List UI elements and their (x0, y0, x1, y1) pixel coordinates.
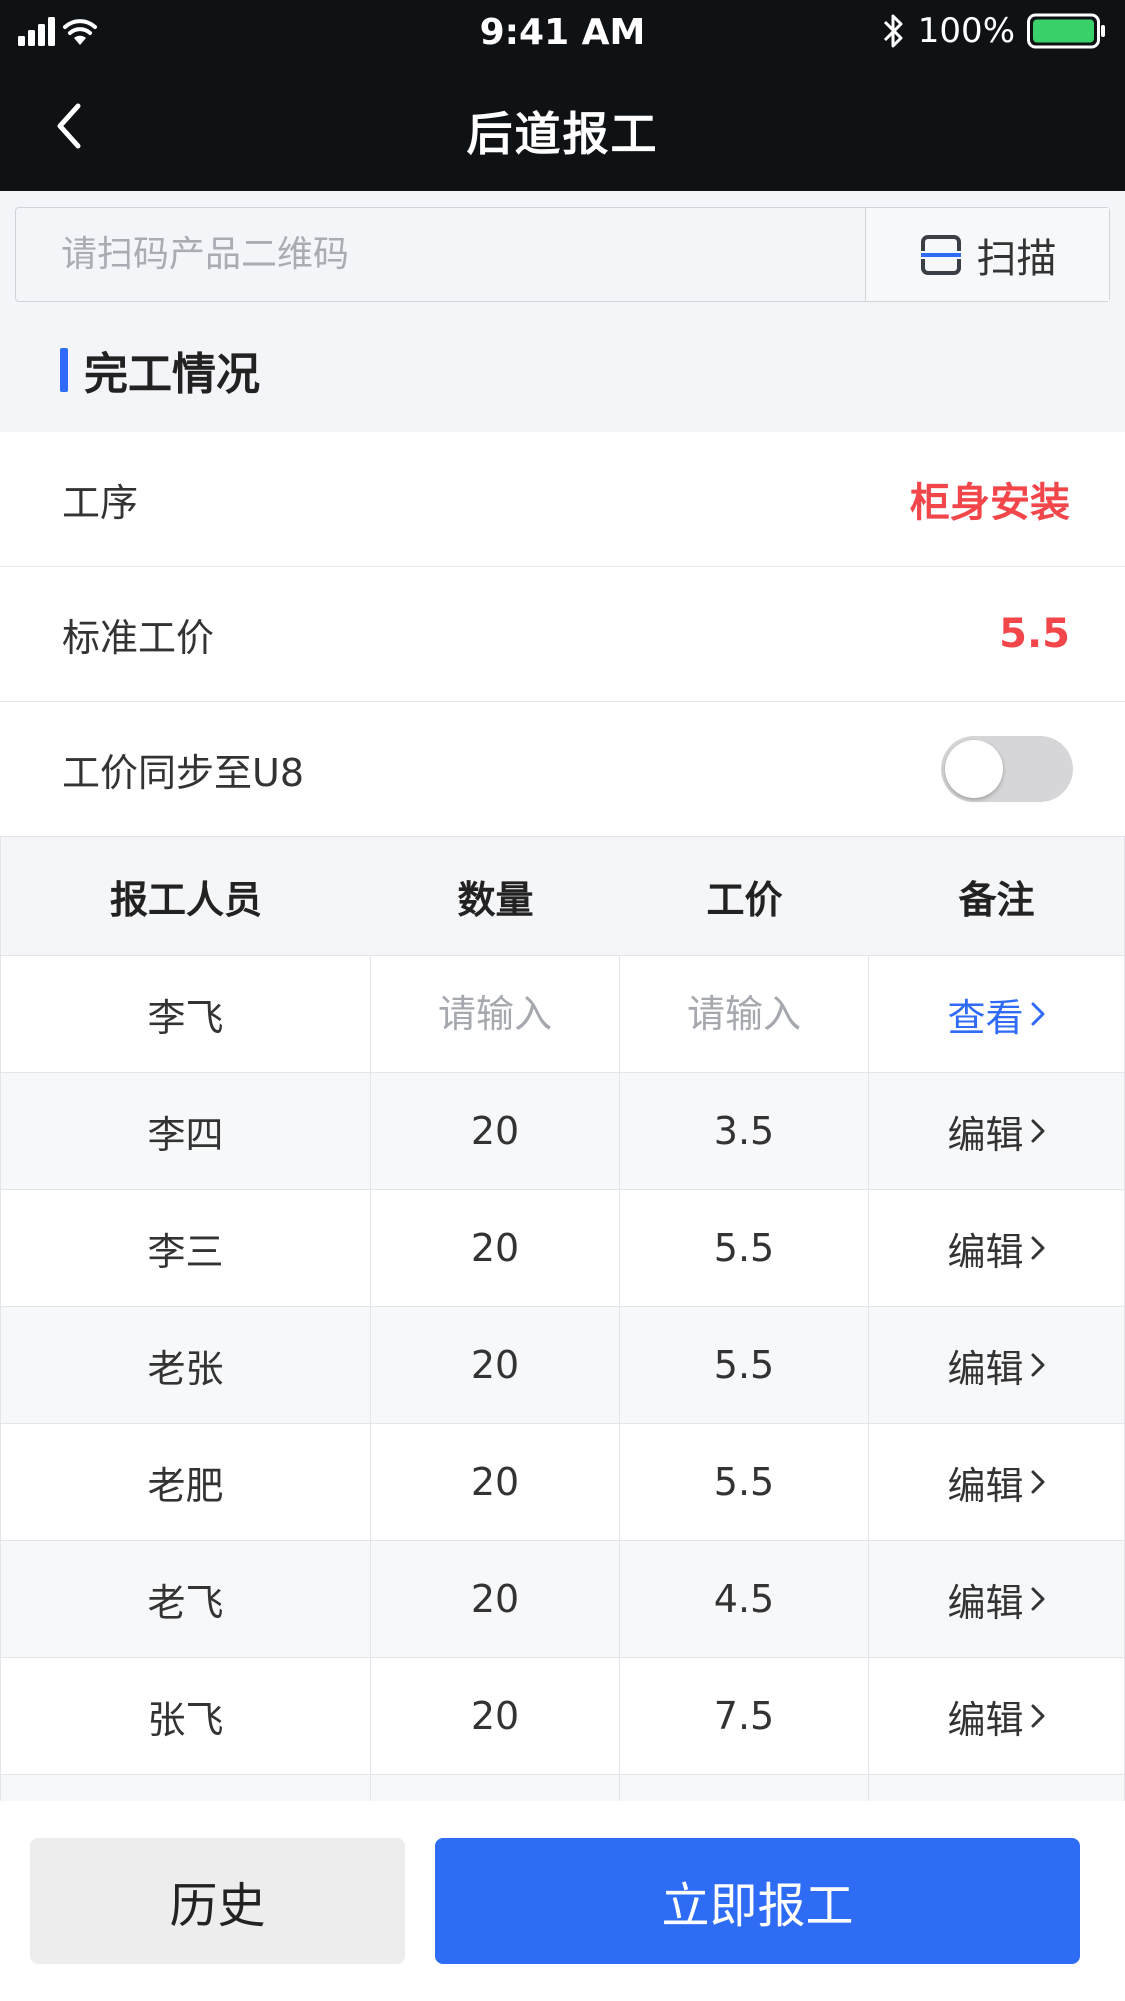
cell-quantity: 20 (371, 1541, 620, 1657)
history-button[interactable]: 历史 (30, 1838, 405, 1964)
edit-link[interactable]: 编辑 (947, 1572, 1045, 1627)
sync-row: 工价同步至U8 (0, 702, 1125, 837)
battery-percent: 100% (917, 11, 1015, 51)
page-title: 后道报工 (466, 107, 659, 161)
process-value: 柜身安装 (910, 480, 1070, 526)
chevron-right-icon (1031, 1236, 1044, 1260)
sync-label: 工价同步至U8 (62, 750, 304, 795)
cell-action: 编辑 (869, 1190, 1124, 1306)
cell-worker: 老肥 (1, 1424, 371, 1540)
cell-price (620, 956, 869, 1072)
cell-quantity: 20 (371, 1424, 620, 1540)
table-row: 老肥 20 5.5 编辑 (1, 1424, 1124, 1541)
cell-worker: 李四 (1, 1073, 371, 1189)
cell-action: 编辑 (869, 1541, 1124, 1657)
cell-quantity: 20 (371, 1307, 620, 1423)
price-input[interactable] (620, 956, 868, 1072)
chevron-right-icon (1031, 1470, 1044, 1494)
table-row: 李三 20 5.5 编辑 (1, 1190, 1124, 1307)
cell-quantity: 20 (371, 1073, 620, 1189)
cell-price: 7.5 (620, 1658, 869, 1774)
bottom-bar: 历史 立即报工 (0, 1801, 1125, 2001)
table-row (1, 1775, 1124, 1801)
table-header: 报工人员 数量 工价 备注 (1, 836, 1124, 956)
cell-worker: 老张 (1, 1307, 371, 1423)
scan-button-label: 扫描 (976, 235, 1057, 282)
section-accent-bar (60, 348, 68, 392)
cell-worker: 张飞 (1, 1658, 371, 1774)
header-worker: 报工人员 (109, 877, 262, 922)
edit-link[interactable]: 编辑 (947, 1338, 1045, 1393)
info-panel: 工序 柜身安装 标准工价 5.5 工价同步至U8 (0, 432, 1125, 837)
cell-worker: 老飞 (1, 1541, 371, 1657)
edit-link-label: 编辑 (947, 1697, 1024, 1742)
scan-row: 扫描 (15, 207, 1110, 302)
edit-link[interactable]: 编辑 (947, 1689, 1045, 1744)
edit-link[interactable]: 编辑 (947, 1104, 1045, 1159)
chevron-right-icon (1031, 1119, 1044, 1143)
toggle-knob (945, 740, 1003, 798)
table-row: 李四 20 3.5 编辑 (1, 1073, 1124, 1190)
cell-quantity (371, 956, 620, 1072)
cell-price: 4.5 (620, 1541, 869, 1657)
scan-icon (920, 234, 961, 275)
edit-link-label: 编辑 (947, 1463, 1024, 1508)
cell-quantity: 20 (371, 1190, 620, 1306)
chevron-right-icon (1031, 1002, 1044, 1026)
edit-link[interactable]: 编辑 (947, 1455, 1045, 1510)
cell-action: 编辑 (869, 1424, 1124, 1540)
cell-action: 编辑 (869, 1073, 1124, 1189)
edit-link-label: 编辑 (947, 1229, 1024, 1274)
cell-quantity: 20 (371, 1658, 620, 1774)
cell-action: 编辑 (869, 1307, 1124, 1423)
std-price-label: 标准工价 (62, 615, 215, 660)
view-link-label: 查看 (947, 995, 1024, 1040)
header-remark: 备注 (958, 877, 1035, 922)
header-quantity: 数量 (457, 877, 534, 922)
cell-price: 5.5 (620, 1424, 869, 1540)
cell-action: 查看 (869, 956, 1124, 1072)
battery-icon (1027, 13, 1105, 49)
table-row-input: 李飞 查看 (1, 956, 1124, 1073)
bluetooth-icon (883, 14, 903, 48)
table-row: 张飞 20 7.5 编辑 (1, 1658, 1124, 1775)
edit-link[interactable]: 编辑 (947, 1221, 1045, 1276)
chevron-right-icon (1031, 1704, 1044, 1728)
quantity-input[interactable] (371, 956, 619, 1072)
cell-action: 编辑 (869, 1658, 1124, 1774)
nav-bar: 后道报工 (0, 62, 1125, 191)
edit-link-label: 编辑 (947, 1346, 1024, 1391)
chevron-right-icon (1031, 1587, 1044, 1611)
report-now-button[interactable]: 立即报工 (435, 1838, 1080, 1964)
top-bar: 9:41 AM 100% 后道报工 (0, 0, 1125, 191)
cell-worker: 李三 (1, 1190, 371, 1306)
cell-price: 3.5 (620, 1073, 869, 1189)
process-row: 工序 柜身安装 (0, 432, 1125, 567)
section-title: 完工情况 (60, 345, 260, 400)
table-row: 老飞 20 4.5 编辑 (1, 1541, 1124, 1658)
view-link[interactable]: 查看 (947, 987, 1045, 1042)
edit-link-label: 编辑 (947, 1580, 1024, 1625)
edit-link-label: 编辑 (947, 1112, 1024, 1157)
header-price: 工价 (706, 877, 783, 922)
status-bar: 9:41 AM 100% (0, 0, 1125, 62)
cell-price: 5.5 (620, 1190, 869, 1306)
cell-price: 5.5 (620, 1307, 869, 1423)
cell-worker: 李飞 (1, 956, 371, 1072)
scan-button[interactable]: 扫描 (865, 208, 1109, 301)
std-price-value: 5.5 (999, 611, 1070, 657)
std-price-row: 标准工价 5.5 (0, 567, 1125, 702)
chevron-right-icon (1031, 1353, 1044, 1377)
qr-code-input[interactable] (16, 208, 865, 301)
worker-table: 报工人员 数量 工价 备注 李飞 查看 李四203.5编辑李三205.5编辑老张… (0, 836, 1125, 1801)
sync-toggle[interactable] (941, 736, 1073, 802)
section-title-text: 完工情况 (84, 349, 260, 400)
process-label: 工序 (62, 480, 139, 525)
table-row: 老张 20 5.5 编辑 (1, 1307, 1124, 1424)
